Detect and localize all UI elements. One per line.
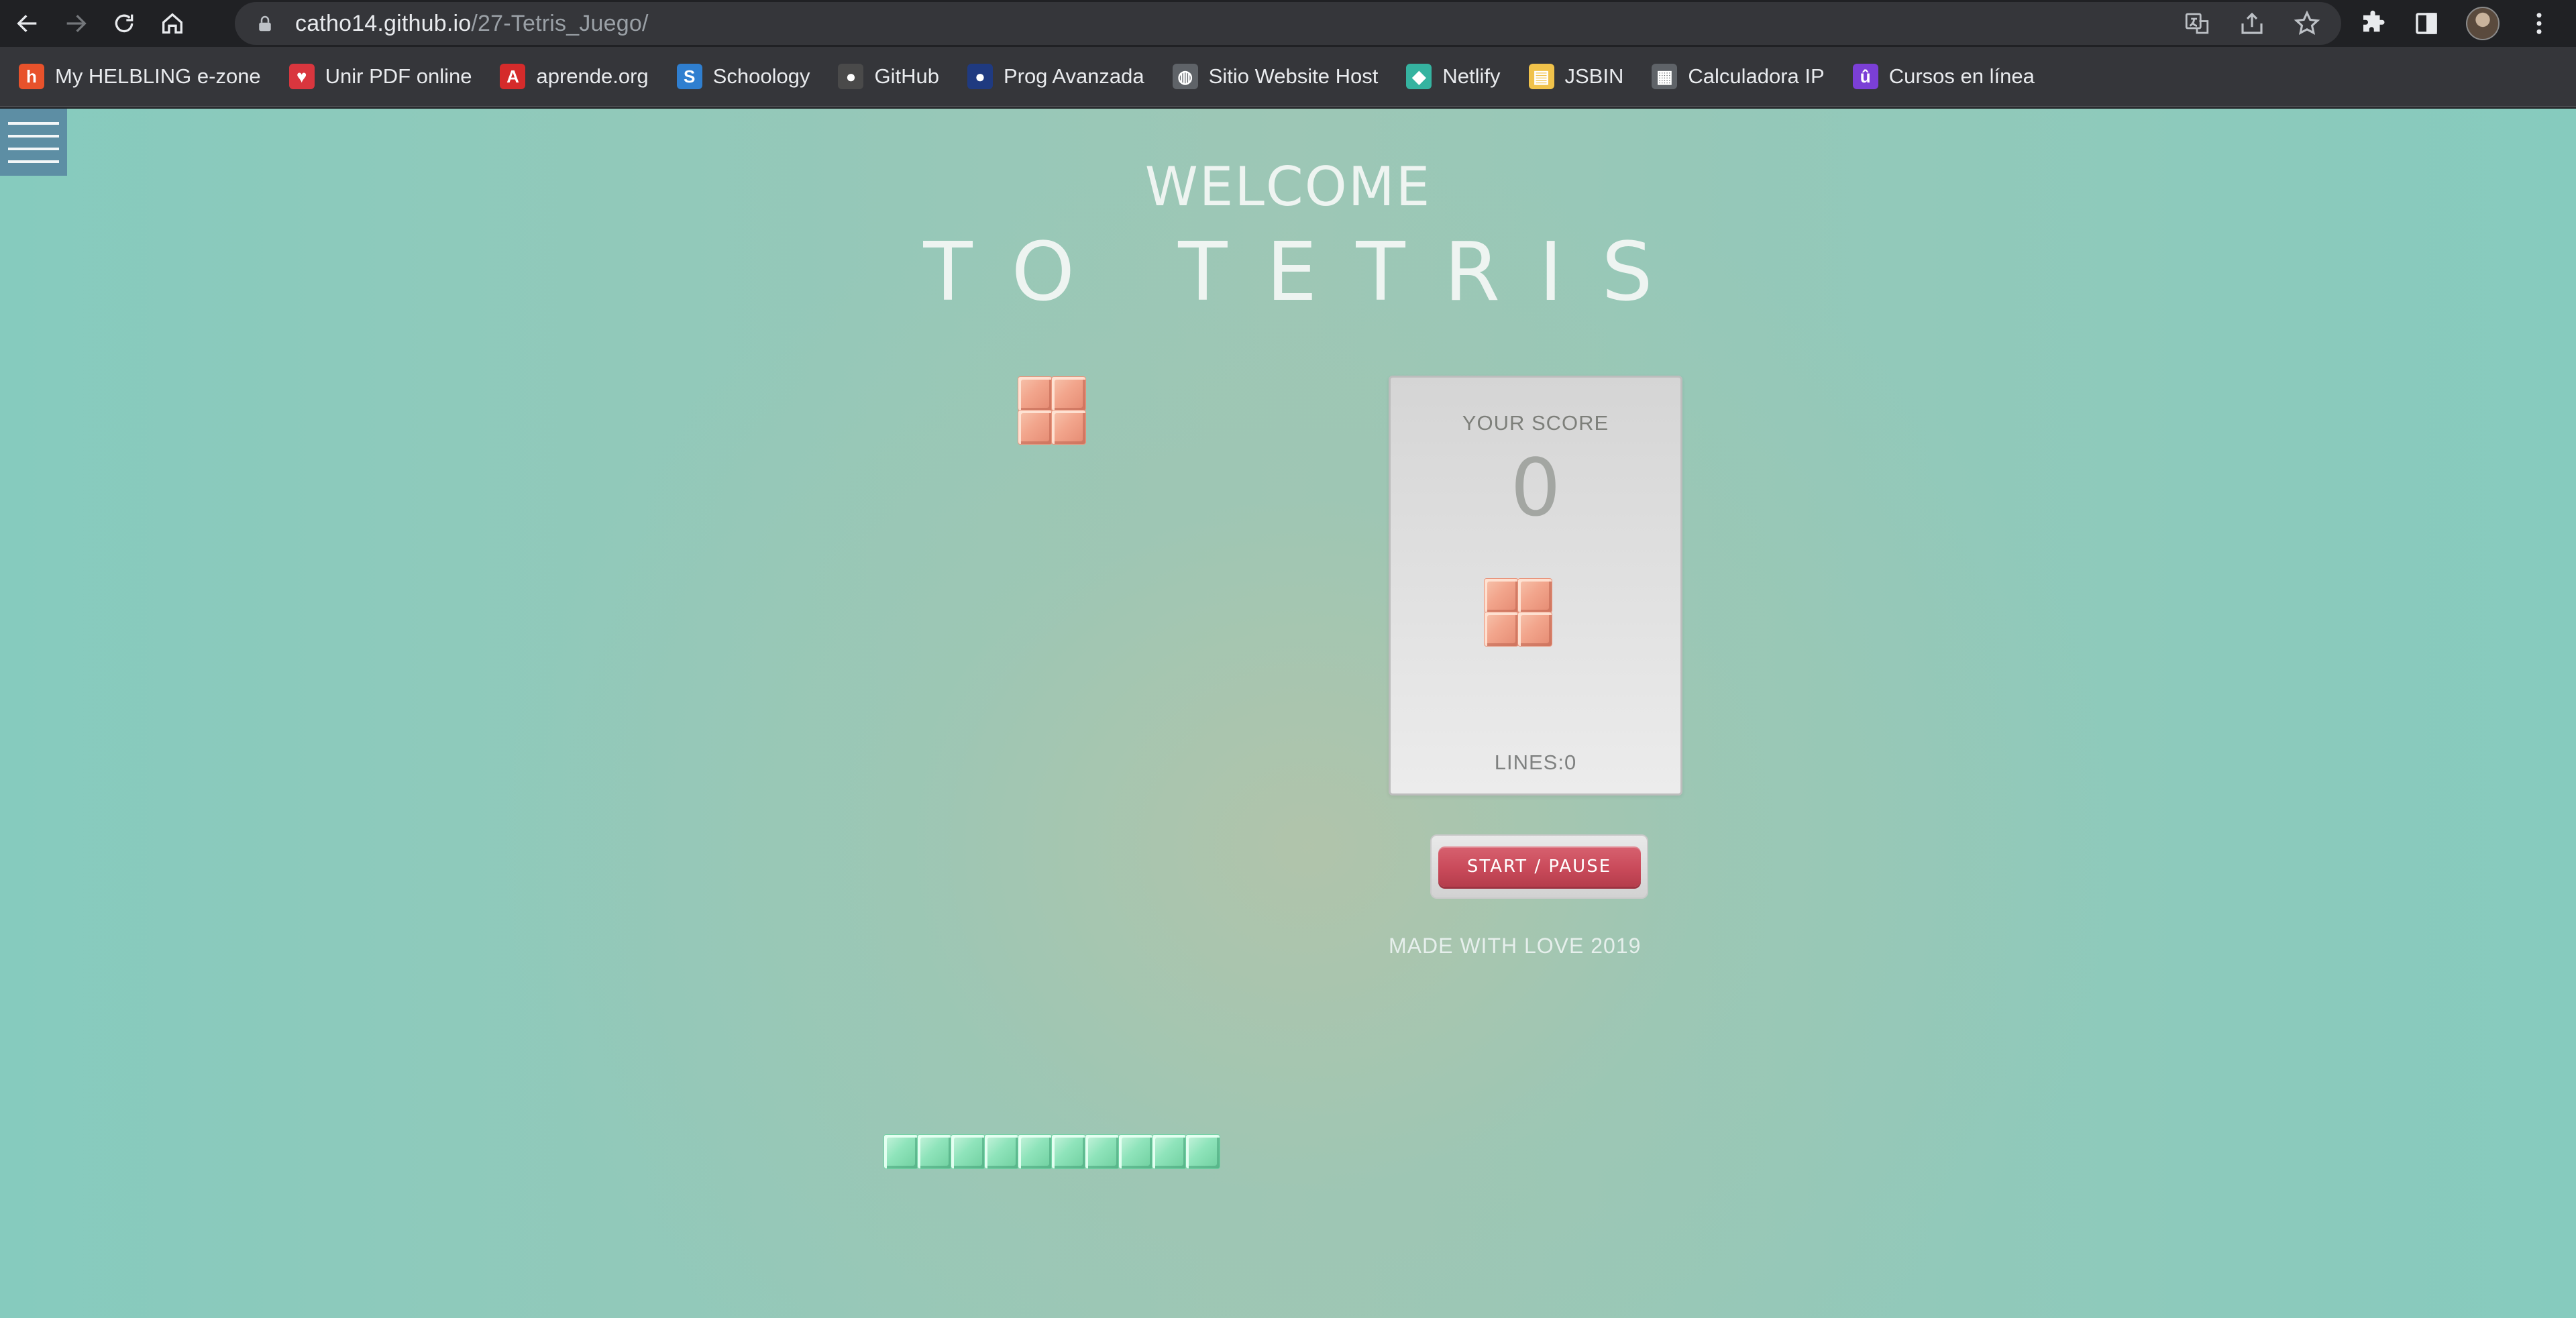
cursos-icon: û <box>1852 64 1878 89</box>
bookmark-item[interactable]: S Schoology <box>676 64 810 89</box>
heart-pdf-icon: ♥ <box>288 64 315 89</box>
bookmarks-bar: h My HELBLING e-zone ♥ Unir PDF online Aapre… <box>0 47 2576 107</box>
stacked-block <box>884 1135 918 1168</box>
bookmark-label: Sitio Website Host <box>1208 64 1379 88</box>
back-icon[interactable] <box>7 3 48 44</box>
falling-piece-block <box>1018 377 1052 410</box>
bookmark-label: Cursos en línea <box>1888 64 2035 88</box>
bookmark-label: Calculadora IP <box>1688 64 1825 88</box>
bookmark-item[interactable]: ◍ Sitio Website Host <box>1172 64 1379 89</box>
next-piece-block <box>1485 612 1518 646</box>
falling-piece-block <box>1052 410 1085 444</box>
game-board[interactable] <box>884 377 1220 1182</box>
lock-icon <box>259 15 271 32</box>
stacked-block <box>985 1135 1018 1168</box>
stacked-block <box>1152 1135 1186 1168</box>
score-label: YOUR SCORE <box>1462 411 1609 435</box>
prog-avanzada-icon: ● <box>967 64 993 89</box>
falling-piece-block <box>1018 410 1052 444</box>
bookmark-item[interactable]: ● Prog Avanzada <box>967 64 1144 89</box>
browser-toolbar: catho14.github.io/27-Tetris_Juego/ <box>0 0 2576 47</box>
url-host: catho14.github.io <box>295 10 472 36</box>
more-menu-icon[interactable] <box>2525 9 2553 38</box>
lines-counter: LINES:0 <box>1494 751 1577 774</box>
stacked-block <box>918 1135 951 1168</box>
bookmark-label: Prog Avanzada <box>1003 64 1144 88</box>
stacked-block <box>1052 1135 1085 1168</box>
netlify-icon: ◆ <box>1406 64 1432 89</box>
bookmark-label: My HELBLING e-zone <box>55 64 261 88</box>
stacked-block <box>1186 1135 1220 1168</box>
calculator-icon: ▦ <box>1652 64 1678 89</box>
score-panel: YOUR SCORE 0 LINES:0 <box>1389 376 1682 795</box>
github-icon: ● <box>838 64 864 89</box>
star-icon[interactable] <box>2293 9 2321 38</box>
next-piece-block <box>1518 612 1552 646</box>
start-button-frame: START / PAUSE <box>1430 834 1648 899</box>
schoology-icon: S <box>676 64 702 89</box>
jsbin-icon: ▤ <box>1528 64 1554 89</box>
title-welcome: WELCOME <box>1144 156 1432 218</box>
address-bar[interactable]: catho14.github.io/27-Tetris_Juego/ <box>235 2 2341 45</box>
bookmark-item[interactable]: ● GitHub <box>838 64 939 89</box>
bookmark-label: GitHub <box>874 64 939 88</box>
home-icon[interactable] <box>152 3 193 44</box>
share-icon[interactable] <box>2238 9 2266 38</box>
falling-piece-block <box>1052 377 1085 410</box>
title-tetris: TO TETRIS <box>923 226 1692 319</box>
helbling-icon: h <box>19 64 44 89</box>
bookmark-item[interactable]: ◆ Netlify <box>1406 64 1501 89</box>
url-path: /27-Tetris_Juego/ <box>471 10 649 36</box>
stacked-block <box>951 1135 985 1168</box>
bookmark-label: Schoology <box>712 64 810 88</box>
next-piece-block <box>1518 579 1552 612</box>
bookmark-item[interactable]: h My HELBLING e-zone <box>19 64 261 89</box>
stacked-block <box>1018 1135 1052 1168</box>
next-piece-preview <box>1485 579 1552 646</box>
aprende-icon: A <box>500 64 526 89</box>
translate-icon[interactable] <box>2183 9 2211 38</box>
bookmark-label: JSBIN <box>1564 64 1624 88</box>
bookmark-label: Unir PDF online <box>325 64 472 88</box>
stacked-block <box>1085 1135 1119 1168</box>
url-text: catho14.github.io/27-Tetris_Juego/ <box>295 11 649 37</box>
start-pause-button[interactable]: START / PAUSE <box>1438 846 1641 887</box>
next-piece-block <box>1485 579 1518 612</box>
bookmark-label: Netlify <box>1442 64 1501 88</box>
bookmark-item[interactable]: ▦ Calculadora IP <box>1652 64 1825 89</box>
side-panel-icon[interactable] <box>2412 9 2440 38</box>
bookmark-item[interactable]: ▤ JSBIN <box>1528 64 1624 89</box>
score-value: 0 <box>1510 441 1561 534</box>
bookmark-item[interactable]: ♥ Unir PDF online <box>288 64 472 89</box>
bookmark-item[interactable]: Aaprende.org <box>500 64 649 89</box>
forward-icon[interactable] <box>55 3 97 44</box>
globe-icon: ◍ <box>1172 64 1198 89</box>
tetris-page: WELCOME TO TETRIS YOUR SCORE 0 LINES:0 S… <box>0 109 2576 1318</box>
bookmark-label: aprende.org <box>536 64 649 88</box>
profile-avatar[interactable] <box>2466 7 2500 40</box>
bookmark-item[interactable]: û Cursos en línea <box>1852 64 2035 89</box>
stacked-block <box>1119 1135 1152 1168</box>
credit-text: MADE WITH LOVE 2019 <box>1389 934 1642 958</box>
extensions-icon[interactable] <box>2359 9 2387 38</box>
reload-icon[interactable] <box>103 3 145 44</box>
